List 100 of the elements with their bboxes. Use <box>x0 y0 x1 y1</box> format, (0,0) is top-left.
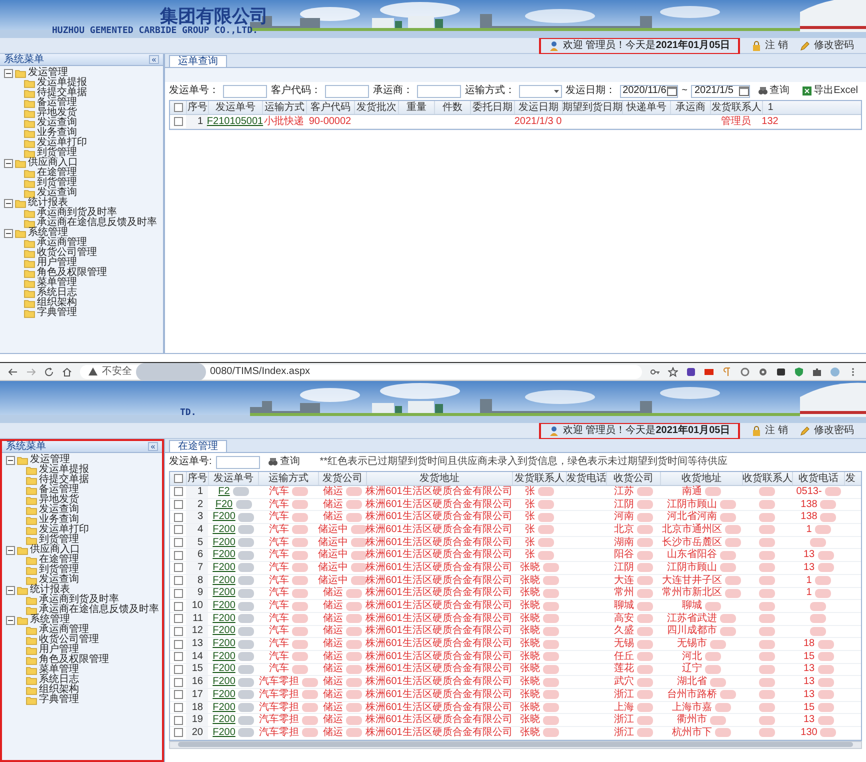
collapse-icon[interactable] <box>6 546 15 554</box>
flag-icon[interactable] <box>704 366 714 376</box>
order-link[interactable]: F2 <box>217 486 231 498</box>
tree-item[interactable]: 发运单提报 <box>37 78 87 88</box>
order-link[interactable]: F200 <box>212 574 236 587</box>
home-icon[interactable] <box>62 366 72 376</box>
order-link[interactable]: F200 <box>212 536 236 549</box>
circle-icon[interactable] <box>740 366 750 376</box>
tree-item[interactable]: 菜单管理 <box>37 278 77 288</box>
tree-item[interactable]: 角色及权限管理 <box>39 655 109 665</box>
tree-item[interactable]: 菜单管理 <box>39 665 79 675</box>
tree-item[interactable]: 在途管理 <box>37 168 77 178</box>
address-bar[interactable]: 不安全 0080/TIMS/Index.aspx <box>80 364 642 378</box>
tree-item[interactable]: 收货公司管理 <box>37 248 97 258</box>
checkbox[interactable] <box>174 728 182 738</box>
tree-item[interactable]: 到货管理 <box>37 178 77 188</box>
tree-item[interactable]: 待提交单据 <box>39 475 89 485</box>
extension-icon[interactable] <box>686 366 696 376</box>
tree-item[interactable]: 收货公司管理 <box>39 635 99 645</box>
collapse-icon[interactable] <box>6 586 15 594</box>
tree-item[interactable]: 备运管理 <box>37 98 77 108</box>
collapse-icon[interactable] <box>6 456 15 464</box>
tree-item[interactable]: 待提交单据 <box>37 88 87 98</box>
tree-item[interactable]: 发运单提报 <box>39 465 89 475</box>
tree-item[interactable]: 发运查询 <box>37 188 77 198</box>
window-icon[interactable] <box>776 366 786 376</box>
order-link[interactable]: F200 <box>212 524 236 536</box>
tab[interactable]: 运单查询 <box>169 55 227 67</box>
tree-item[interactable]: 供应商入口 <box>30 545 80 555</box>
tree-item[interactable]: 字典管理 <box>39 695 79 705</box>
input-field[interactable] <box>325 84 369 98</box>
collapse-icon[interactable] <box>6 616 15 624</box>
order-link[interactable]: F200 <box>212 511 236 524</box>
key-icon[interactable] <box>650 366 660 376</box>
order-link[interactable]: F200 <box>212 676 236 688</box>
select-field[interactable] <box>519 84 562 98</box>
tree-item[interactable]: 异地发货 <box>39 495 79 505</box>
order-link[interactable]: F200 <box>212 638 236 650</box>
tree-item[interactable]: 发运单打印 <box>37 138 87 148</box>
checkbox[interactable] <box>174 487 182 496</box>
search-button[interactable]: 查询 <box>754 86 794 96</box>
tab[interactable]: 在途管理 <box>169 440 227 452</box>
tree-item[interactable]: 系统管理 <box>28 228 68 238</box>
checkbox[interactable] <box>174 588 182 598</box>
tree-item[interactable]: 发运单打印 <box>39 525 89 535</box>
forward-icon[interactable] <box>26 366 36 376</box>
checkbox[interactable] <box>174 474 182 483</box>
tree-item[interactable]: 异地发货 <box>37 108 77 118</box>
checkbox[interactable] <box>174 703 182 712</box>
tree-item[interactable]: 用户管理 <box>39 645 79 655</box>
order-link[interactable]: F200 <box>212 688 236 701</box>
tree-item[interactable]: 到货管理 <box>39 565 79 575</box>
collapse-icon[interactable] <box>4 198 13 208</box>
change-password-link[interactable]: 修改密码 <box>800 40 854 50</box>
logout-link[interactable]: 注 销 <box>752 40 788 50</box>
collapse-button[interactable]: « <box>149 55 159 64</box>
tree-item[interactable]: 统计报表 <box>28 198 68 208</box>
tree-item[interactable]: 用户管理 <box>37 258 77 268</box>
checkbox[interactable] <box>174 512 182 522</box>
checkbox[interactable] <box>174 550 182 560</box>
tree-item[interactable]: 到货管理 <box>37 148 77 158</box>
tree-item[interactable]: 统计报表 <box>30 585 70 595</box>
order-link[interactable]: F200 <box>212 714 236 726</box>
tree-item[interactable]: 发运查询 <box>39 575 79 585</box>
tree-item[interactable]: 到货管理 <box>39 535 79 545</box>
tree-item[interactable]: 承运商在途信息反馈及时率 <box>39 605 159 615</box>
checkbox[interactable] <box>174 664 182 674</box>
checkbox[interactable] <box>174 538 182 548</box>
order-link[interactable]: F210105001 <box>206 116 264 128</box>
tree-item[interactable]: 发运查询 <box>37 118 77 128</box>
reload-icon[interactable] <box>44 366 54 376</box>
order-link[interactable]: F200 <box>212 587 236 600</box>
order-link[interactable]: F200 <box>212 612 236 625</box>
order-link[interactable]: F20 <box>214 498 234 511</box>
checkbox[interactable] <box>174 500 182 510</box>
tree-item[interactable]: 业务查询 <box>37 128 77 138</box>
tree-item[interactable]: 承运商到货及时率 <box>37 208 117 218</box>
input-field[interactable] <box>417 84 461 98</box>
tree-item[interactable]: 发运管理 <box>30 455 70 465</box>
order-link[interactable]: F200 <box>212 600 236 612</box>
order-link[interactable]: F200 <box>212 726 236 739</box>
checkbox[interactable] <box>174 103 182 112</box>
input-field[interactable] <box>223 84 267 98</box>
checkbox[interactable] <box>174 652 182 662</box>
scrollbar-thumb[interactable] <box>178 742 853 748</box>
order-link[interactable]: F200 <box>212 650 236 663</box>
order-link[interactable]: F200 <box>212 549 236 562</box>
tree-item[interactable]: 发运管理 <box>28 68 68 78</box>
tree-item[interactable]: 组织架构 <box>39 685 79 695</box>
tree-item[interactable]: 角色及权限管理 <box>37 268 107 278</box>
date-field[interactable]: 2021/1/5 <box>691 84 750 98</box>
logout-link[interactable]: 注 销 <box>752 426 788 436</box>
checkbox[interactable] <box>174 117 182 126</box>
checkbox[interactable] <box>174 563 182 572</box>
checkbox[interactable] <box>174 602 182 611</box>
tree-item[interactable]: 系统管理 <box>30 615 70 625</box>
shield-icon[interactable] <box>794 366 804 376</box>
tree-item[interactable]: 承运商管理 <box>37 238 87 248</box>
collapse-button[interactable]: « <box>148 442 158 451</box>
tree-item[interactable]: 承运商管理 <box>39 625 89 635</box>
